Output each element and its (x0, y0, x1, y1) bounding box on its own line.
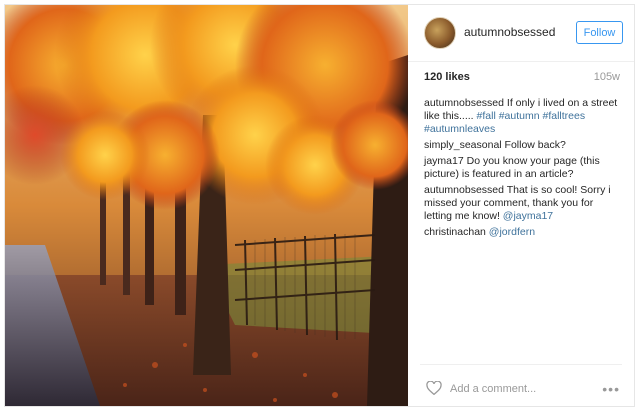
post-header: autumnobsessed Follow (408, 5, 634, 62)
comment-item: jayma17 Do you know your page (this pict… (424, 155, 624, 181)
comment-item: christinachan @jordfern (424, 226, 624, 239)
comment-list: autumnobsessed If only i lived on a stre… (424, 97, 624, 242)
post-sidebar: autumnobsessed Follow 120 likes 105w aut… (408, 5, 634, 406)
post-footer: ••• (420, 364, 622, 407)
comment-item: autumnobsessed If only i lived on a stre… (424, 97, 624, 136)
comment-author[interactable]: autumnobsessed (424, 184, 504, 196)
comment-mention[interactable]: @jayma17 (503, 210, 553, 222)
comment-item: simply_seasonal Follow back? (424, 139, 624, 152)
post-card: autumnobsessed Follow 120 likes 105w aut… (4, 4, 635, 407)
comment-author[interactable]: christinachan (424, 226, 486, 238)
post-photo[interactable] (5, 5, 408, 406)
comment-mention[interactable]: @jordfern (489, 226, 535, 238)
more-options-icon[interactable]: ••• (602, 381, 620, 397)
comment-item: autumnobsessed That is so cool! Sorry i … (424, 184, 624, 223)
post-username[interactable]: autumnobsessed (464, 25, 555, 39)
comment-author[interactable]: simply_seasonal (424, 139, 502, 151)
add-comment-input[interactable] (450, 383, 580, 395)
heart-icon[interactable] (426, 381, 442, 395)
avatar[interactable] (424, 17, 456, 49)
comment-author[interactable]: autumnobsessed (424, 97, 504, 109)
follow-button[interactable]: Follow (576, 21, 623, 44)
comment-text: Follow back? (504, 139, 566, 151)
comment-author[interactable]: jayma17 (424, 155, 464, 167)
autumn-trees-image (5, 5, 408, 406)
likes-count[interactable]: 120 likes (424, 71, 470, 83)
post-age[interactable]: 105w (594, 71, 620, 83)
